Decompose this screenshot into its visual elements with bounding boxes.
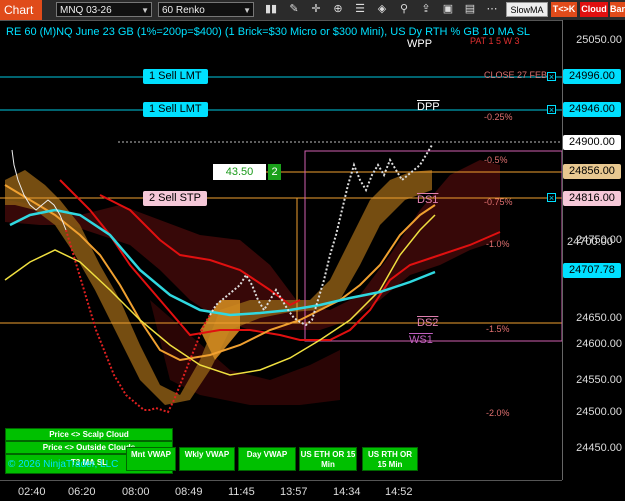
chart-title: RE 60 (M)NQ June 23 GB (1%=200p=$400) (1… bbox=[6, 26, 531, 38]
chart-tab[interactable]: Chart bbox=[0, 0, 42, 20]
price-flag-order-2: 24946.00 bbox=[563, 102, 621, 117]
price-tick: 24700.00 bbox=[567, 236, 613, 248]
price-tick: 24550.00 bbox=[576, 374, 622, 386]
level-ws1: WS1 bbox=[409, 334, 433, 346]
level-ds2: DS2 bbox=[417, 317, 439, 329]
level-dpp: DPP bbox=[417, 101, 440, 113]
pct-label: -2.0% bbox=[486, 408, 510, 418]
tc-tag[interactable]: T<>K bbox=[551, 2, 577, 17]
top-right-label: PAT 1 5 W 3 bbox=[470, 36, 520, 46]
price-flag-order-1: 24996.00 bbox=[563, 69, 621, 84]
price-chart[interactable] bbox=[0, 20, 562, 480]
time-tick: 08:49 bbox=[175, 486, 203, 498]
time-tick: 06:20 bbox=[68, 486, 96, 498]
crosshair-icon[interactable]: ✛ bbox=[308, 2, 324, 17]
strategy-icon[interactable]: ◈ bbox=[374, 2, 390, 17]
monthly-vwap-button[interactable]: Mnt VWAP bbox=[126, 447, 176, 471]
period-selector[interactable]: 60 Renko ▼ bbox=[158, 2, 254, 17]
time-tick: 14:34 bbox=[333, 486, 361, 498]
copyright-text: © 2026 NinjaTrader, LLC bbox=[8, 459, 119, 470]
price-tick: 24500.00 bbox=[576, 406, 622, 418]
time-tick: 08:00 bbox=[122, 486, 150, 498]
data-box-icon[interactable]: ▤ bbox=[462, 2, 478, 17]
draw-tool-icon[interactable]: ✎ bbox=[286, 2, 302, 17]
level-wpp: WPP bbox=[407, 38, 433, 50]
position-qty[interactable]: 2 bbox=[268, 164, 281, 180]
price-tick: 24450.00 bbox=[576, 442, 622, 454]
pct-label: -1.0% bbox=[486, 239, 510, 249]
pct-label: -1.5% bbox=[486, 324, 510, 334]
close-x-icon[interactable]: × bbox=[547, 193, 556, 203]
cloud-tag[interactable]: Cloud bbox=[580, 2, 608, 17]
pct-label: -0.75% bbox=[484, 197, 513, 207]
close-label: CLOSE 27 FEB bbox=[484, 70, 548, 80]
sell-stop-order[interactable]: 2 Sell STP bbox=[143, 191, 207, 206]
share-icon[interactable]: ⇪ bbox=[418, 2, 434, 17]
price-flag-stop: 24816.00 bbox=[563, 191, 621, 206]
chart-toolbar: Chart MNQ 03-26 ▼ 60 Renko ▼ ▮▮ ✎ ✛ ⊕ ☰ … bbox=[0, 0, 625, 21]
price-flag-ma: 24707.78 bbox=[563, 263, 621, 278]
close-x-icon[interactable]: × bbox=[547, 105, 556, 115]
price-tick: 24600.00 bbox=[576, 338, 622, 350]
instrument-selector[interactable]: MNQ 03-26 ▼ bbox=[56, 2, 152, 17]
properties-icon[interactable]: ☰ bbox=[352, 2, 368, 17]
time-tick: 11:45 bbox=[228, 486, 255, 498]
dropdown-arrow-icon: ▼ bbox=[141, 6, 149, 15]
dropdown-arrow-icon: ▼ bbox=[243, 6, 251, 15]
scalp-cloud-button[interactable]: Price <> Scalp Cloud bbox=[5, 428, 173, 441]
zoom-icon[interactable]: ⊕ bbox=[330, 2, 346, 17]
bar-tag[interactable]: Bar bbox=[610, 2, 625, 17]
screenshot-icon[interactable]: ▣ bbox=[440, 2, 456, 17]
day-vwap-button[interactable]: Day VWAP bbox=[238, 447, 296, 471]
attach-icon[interactable]: ⚲ bbox=[396, 2, 412, 17]
price-flag-last: 24900.00 bbox=[563, 135, 621, 150]
sell-limit-order-1[interactable]: 1 Sell LMT bbox=[143, 69, 208, 84]
price-tick: 24650.00 bbox=[576, 312, 622, 324]
price-axis[interactable]: 25050.00 24750.00 24650.00 24600.00 2455… bbox=[562, 20, 625, 480]
period-value: 60 Renko bbox=[162, 5, 205, 16]
position-pnl[interactable]: 43.50 bbox=[213, 164, 266, 180]
sell-limit-order-2[interactable]: 1 Sell LMT bbox=[143, 102, 208, 117]
more-icon[interactable]: ⋯ bbox=[484, 2, 500, 17]
close-x-icon[interactable]: × bbox=[547, 72, 556, 82]
us-rth-or-button[interactable]: US RTH OR 15 Min bbox=[362, 447, 418, 471]
time-tick: 13:57 bbox=[280, 486, 308, 498]
us-eth-or-button[interactable]: US ETH OR 15 Min bbox=[299, 447, 357, 471]
price-flag-position: 24856.00 bbox=[563, 164, 621, 179]
pct-label: -0.25% bbox=[484, 112, 513, 122]
bar-type-icon[interactable]: ▮▮ bbox=[262, 2, 280, 17]
instrument-value: MNQ 03-26 bbox=[60, 5, 112, 16]
pct-label: -0.5% bbox=[484, 155, 508, 165]
weekly-vwap-button[interactable]: Wkly VWAP bbox=[179, 447, 235, 471]
price-tick: 25050.00 bbox=[576, 34, 622, 46]
time-tick: 02:40 bbox=[18, 486, 46, 498]
time-tick: 14:52 bbox=[385, 486, 413, 498]
level-ds1: DS1 bbox=[417, 194, 439, 206]
indicator-tag[interactable]: SlowMA bbox=[506, 2, 548, 17]
